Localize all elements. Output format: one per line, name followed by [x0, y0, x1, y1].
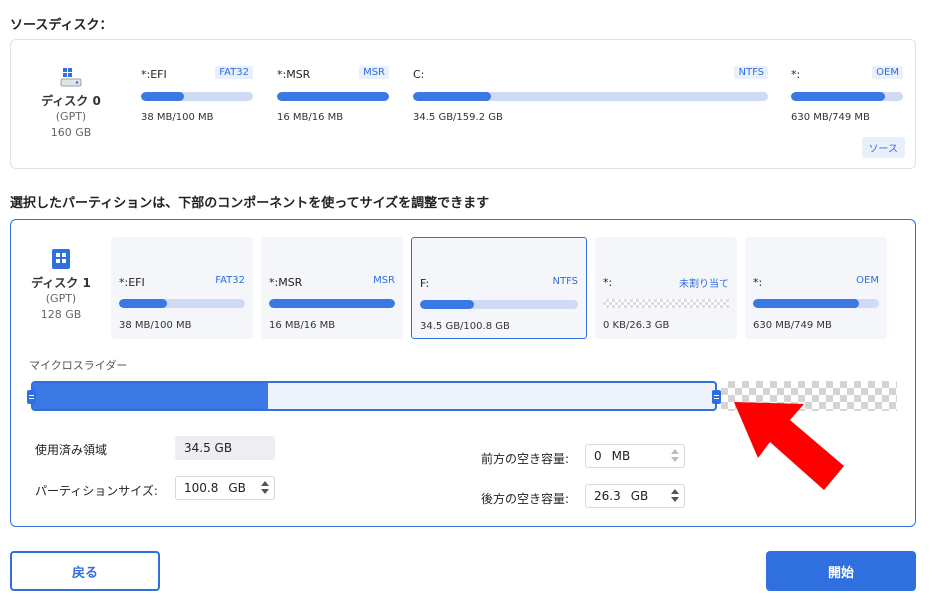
source-disk-title: ソースディスク：: [10, 18, 113, 33]
disk-icon: [52, 249, 70, 269]
back-button[interactable]: 戻る: [10, 551, 160, 591]
partition-size-label: パーティションサイズ:: [35, 484, 158, 498]
partition-name: *:: [603, 276, 613, 289]
used-space-value: 34.5 GB: [184, 441, 233, 455]
usage-bar: [141, 92, 253, 101]
slider-right-handle[interactable]: [712, 390, 721, 404]
usage-bar: [269, 299, 395, 308]
filesystem-label: 未割り当て: [679, 279, 729, 290]
target-disk-info: ディスク 1 (GPT) 128 GB: [21, 248, 101, 323]
red-arrow-annotation-icon: [734, 402, 844, 490]
unallocated-bar: [603, 299, 729, 308]
free-before-unit: MB: [611, 449, 631, 463]
target-disk-type: (GPT): [45, 292, 77, 305]
filesystem-badge: NTFS: [734, 66, 768, 79]
source-disk-panel: ディスク 0 (GPT) 160 GB *:EFI FAT32 38 MB/10…: [10, 39, 916, 169]
filesystem-label: FAT32: [215, 275, 245, 286]
source-partition-msr: *:MSR MSR 16 MB/16 MB: [277, 66, 389, 128]
source-partition-c: C: NTFS 34.5 GB/159.2 GB: [413, 66, 768, 128]
micro-slider-track[interactable]: [31, 381, 717, 411]
partition-size: 34.5 GB/159.2 GB: [413, 112, 503, 123]
used-space-label: 使用済み領域: [35, 443, 108, 457]
partition-size: 16 MB/16 MB: [269, 320, 336, 331]
used-space-field: 34.5 GB: [175, 436, 275, 460]
partition-size: 16 MB/16 MB: [277, 112, 344, 123]
start-button[interactable]: 開始: [766, 551, 916, 591]
partition-name: *:EFI: [119, 276, 145, 289]
target-partition-f-selected[interactable]: F: NTFS 34.5 GB/100.8 GB: [411, 237, 587, 339]
stepper-arrows-icon[interactable]: [260, 480, 270, 496]
filesystem-label: MSR: [373, 275, 395, 286]
free-after-label: 後方の空き容量:: [481, 492, 570, 506]
partition-name: *:MSR: [277, 68, 311, 81]
usage-bar: [420, 300, 578, 309]
free-after-value: 26.3: [594, 489, 621, 503]
source-badge: ソース: [861, 137, 905, 158]
free-before-label: 前方の空き容量:: [481, 452, 570, 466]
partition-name: *:MSR: [269, 276, 303, 289]
partition-size: 38 MB/100 MB: [141, 112, 214, 123]
target-disk-name: ディスク 1: [31, 276, 91, 290]
partition-size: 630 MB/749 MB: [791, 112, 870, 123]
source-disk-size: 160 GB: [50, 126, 92, 139]
partition-name: *:: [753, 276, 763, 289]
usage-bar: [277, 92, 389, 101]
target-partition-oem[interactable]: *: OEM 630 MB/749 MB: [745, 237, 887, 339]
target-partition-efi[interactable]: *:EFI FAT32 38 MB/100 MB: [111, 237, 253, 339]
partition-size: 34.5 GB/100.8 GB: [420, 321, 510, 332]
partition-size-value: 100.8: [184, 481, 219, 495]
hdd-icon: [60, 68, 82, 87]
free-after-unit: GB: [630, 489, 649, 503]
usage-bar: [413, 92, 768, 101]
target-disk-size: 128 GB: [40, 308, 82, 321]
micro-slider-label: マイクロスライダー: [29, 359, 128, 372]
partition-size-stepper[interactable]: 100.8 GB: [175, 476, 275, 500]
filesystem-label: OEM: [856, 275, 879, 286]
partition-size: 630 MB/749 MB: [753, 320, 832, 331]
partition-name: *:EFI: [141, 68, 167, 81]
source-partition-oem: *: OEM 630 MB/749 MB: [791, 66, 903, 128]
usage-bar: [753, 299, 879, 308]
target-disk-title: 選択したパーティションは、下部のコンポーネントを使ってサイズを調整できます: [10, 196, 490, 211]
filesystem-label: NTFS: [552, 276, 578, 287]
source-disk-info: ディスク 0 (GPT) 160 GB: [31, 66, 111, 141]
target-partition-unallocated[interactable]: *: 未割り当て 0 KB/26.3 GB: [595, 237, 737, 339]
usage-bar: [119, 299, 245, 308]
usage-bar: [791, 92, 903, 101]
slider-used-fill: [33, 383, 269, 409]
source-disk-name: ディスク 0: [41, 94, 101, 108]
partition-name: C:: [413, 68, 425, 81]
target-partition-msr[interactable]: *:MSR MSR 16 MB/16 MB: [261, 237, 403, 339]
partition-size-unit: GB: [228, 481, 246, 495]
source-partition-efi: *:EFI FAT32 38 MB/100 MB: [141, 66, 253, 128]
partition-size: 38 MB/100 MB: [119, 320, 192, 331]
filesystem-badge: FAT32: [215, 66, 253, 79]
free-before-stepper[interactable]: 0 MB: [585, 444, 685, 468]
source-disk-type: (GPT): [55, 110, 87, 123]
partition-size: 0 KB/26.3 GB: [603, 320, 670, 331]
free-after-stepper[interactable]: 26.3 GB: [585, 484, 685, 508]
partition-name: *:: [791, 68, 801, 81]
slider-left-handle[interactable]: [27, 390, 36, 404]
stepper-arrows-icon[interactable]: [670, 448, 680, 464]
filesystem-badge: OEM: [872, 66, 903, 79]
filesystem-badge: MSR: [359, 66, 389, 79]
partition-name: F:: [420, 277, 430, 290]
stepper-arrows-icon[interactable]: [670, 488, 680, 504]
free-before-value: 0: [594, 449, 602, 463]
